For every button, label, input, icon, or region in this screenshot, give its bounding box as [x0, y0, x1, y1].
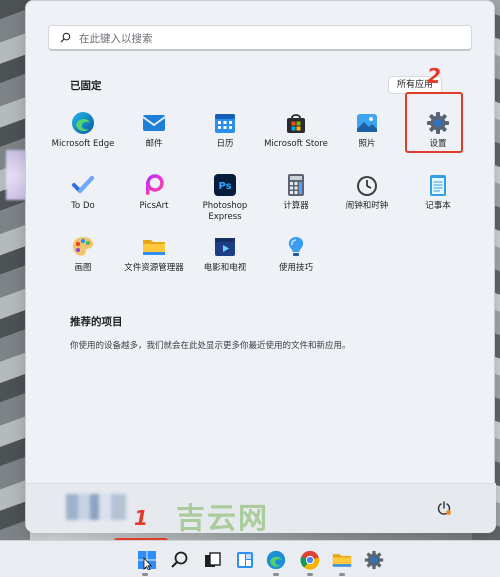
- pinned-app-notepad[interactable]: 记事本: [402, 173, 474, 235]
- annotation-highlight-settings: [405, 92, 463, 153]
- app-label: 日历: [216, 139, 234, 149]
- edge-icon[interactable]: [266, 550, 286, 570]
- app-label: 使用技巧: [278, 263, 313, 273]
- app-label: PicsArt: [139, 201, 169, 211]
- calculator-icon: [288, 174, 304, 196]
- movies-tv-icon: [215, 238, 235, 256]
- todo-icon: [72, 176, 94, 193]
- pinned-app-paint[interactable]: 画图: [47, 235, 119, 297]
- photoshop-express-icon: Ps: [214, 174, 236, 196]
- widgets-icon[interactable]: [235, 550, 255, 570]
- app-label: 闹钟和时钟: [345, 201, 389, 211]
- app-label: 电影和电视: [203, 263, 247, 273]
- notepad-icon: [430, 175, 446, 196]
- pinned-app-calculator[interactable]: 计算器: [260, 173, 332, 235]
- start-menu: 在此键入以搜索 已固定 所有应用 Microsoft Edge 邮件 日历 Mi…: [25, 0, 496, 533]
- app-label: Microsoft Edge: [51, 139, 115, 149]
- app-label: Microsoft Store: [264, 139, 328, 149]
- taskbar: [0, 540, 500, 577]
- store-icon: [287, 114, 305, 133]
- pinned-app-photos[interactable]: 照片: [331, 111, 403, 173]
- running-indicator: [273, 573, 279, 576]
- running-indicator: [307, 573, 313, 576]
- app-label: 邮件: [145, 139, 163, 149]
- annotation-step-1: 1: [134, 506, 148, 530]
- pinned-app-alarms-clock[interactable]: 闹钟和时钟: [331, 173, 403, 235]
- search-placeholder: 在此键入以搜索: [79, 33, 153, 45]
- app-label: To Do: [71, 201, 95, 211]
- pinned-app-todo[interactable]: To Do: [47, 173, 119, 235]
- app-label: 计算器: [283, 201, 309, 211]
- app-label: 照片: [358, 139, 376, 149]
- tips-icon: [288, 237, 304, 256]
- mail-icon: [142, 115, 166, 131]
- pinned-app-picsart[interactable]: PicsArt: [118, 173, 190, 235]
- edge-icon: [72, 112, 94, 134]
- watermark-text: 吉云网: [176, 501, 270, 535]
- search-icon[interactable]: [170, 550, 190, 570]
- search-icon: [60, 32, 71, 43]
- running-indicator: [339, 573, 345, 576]
- settings-gear-icon[interactable]: [364, 550, 384, 570]
- app-label: 文件资源管理器: [124, 263, 184, 273]
- pinned-app-photoshop-express[interactable]: Ps Photoshop Express: [189, 173, 261, 235]
- task-view-icon[interactable]: [202, 550, 222, 570]
- picsart-icon: [146, 174, 164, 195]
- pinned-app-file-explorer[interactable]: 文件资源管理器: [118, 235, 190, 297]
- pinned-app-tips[interactable]: 使用技巧: [260, 235, 332, 297]
- search-input[interactable]: 在此键入以搜索: [48, 25, 472, 51]
- app-label: 画图: [74, 263, 92, 273]
- running-indicator: [142, 573, 148, 576]
- paint-icon: [72, 237, 94, 256]
- recommended-description: 你使用的设备越多，我们就会在此处显示更多你最近使用的文件和新应用。: [70, 341, 351, 351]
- power-icon[interactable]: [436, 500, 452, 516]
- pinned-app-movies-tv[interactable]: 电影和电视: [189, 235, 261, 297]
- file-explorer-icon: [143, 240, 165, 255]
- user-account-avatar[interactable]: [66, 494, 126, 520]
- photos-icon: [357, 114, 377, 132]
- clock-icon: [357, 176, 377, 196]
- chrome-icon[interactable]: [300, 550, 320, 570]
- app-label: 记事本: [425, 201, 451, 211]
- pinned-section-title: 已固定: [70, 80, 102, 92]
- pinned-app-calendar[interactable]: 日历: [189, 111, 261, 173]
- annotation-step-2: 2: [427, 64, 441, 88]
- svg-text:Ps: Ps: [218, 181, 231, 192]
- app-label: Photoshop Express: [202, 201, 248, 222]
- recommended-section-title: 推荐的项目: [70, 316, 123, 328]
- pinned-app-edge[interactable]: Microsoft Edge: [47, 111, 119, 173]
- start-windows-icon[interactable]: [137, 550, 157, 570]
- pinned-app-mail[interactable]: 邮件: [118, 111, 190, 173]
- pinned-app-store[interactable]: Microsoft Store: [260, 111, 332, 173]
- calendar-icon: [215, 114, 235, 133]
- file-explorer-icon[interactable]: [332, 550, 352, 570]
